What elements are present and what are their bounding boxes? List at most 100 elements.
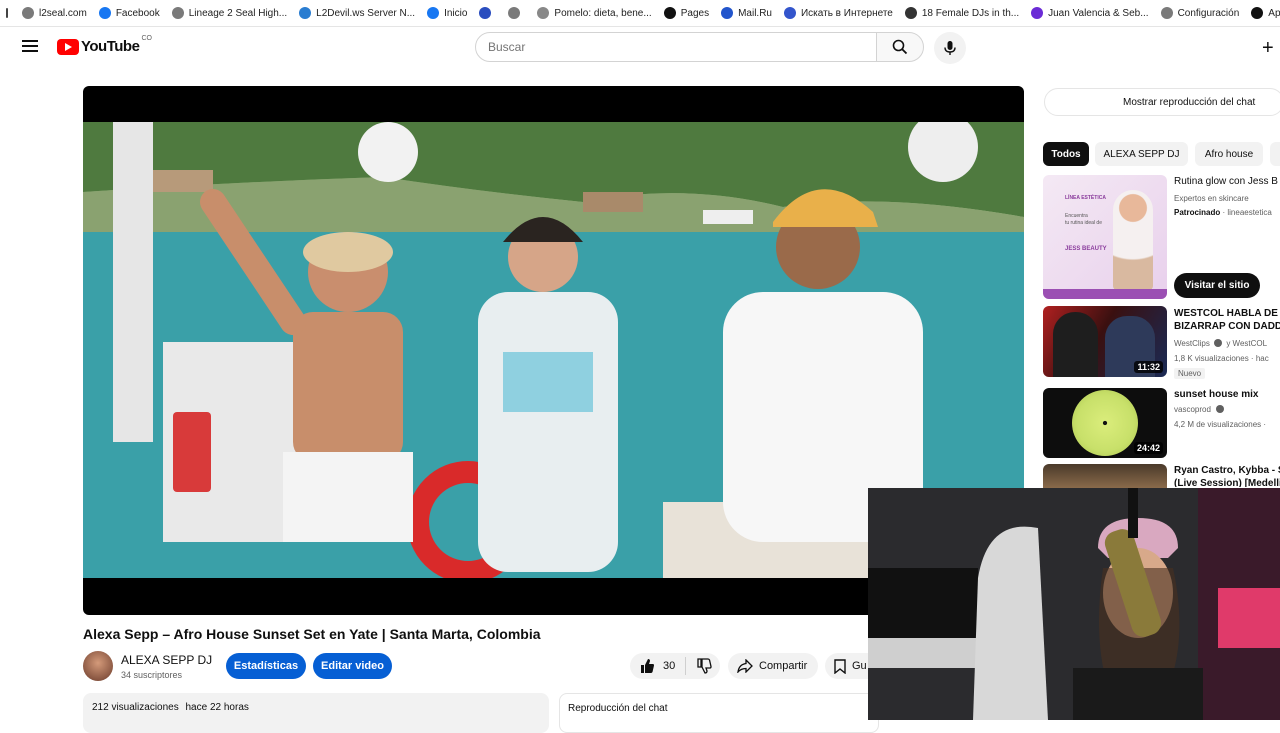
ad-subtitle: Expertos en skincare bbox=[1174, 194, 1249, 203]
chip-todos[interactable]: Todos bbox=[1043, 142, 1089, 166]
ad-thumb-text2: tu rutina ideal de bbox=[1065, 220, 1102, 226]
edit-video-button[interactable]: Editar video bbox=[313, 653, 392, 679]
rec-title-line2: BIZARRAP CON DADDY bbox=[1174, 321, 1280, 332]
bookmark-item[interactable]: Configuración bbox=[1160, 7, 1240, 19]
recommendation-thumbnail[interactable]: 24:42 bbox=[1043, 388, 1167, 458]
show-chat-label: Mostrar reproducción del chat bbox=[1123, 96, 1256, 108]
share-label: Compartir bbox=[759, 660, 808, 672]
subscriber-count: 34 suscriptores bbox=[121, 670, 183, 680]
rec-channel: vascoprod bbox=[1174, 405, 1211, 414]
ad-thumb-text3: JESS BEAUTY bbox=[1065, 246, 1107, 252]
rec-meta: 1,8 K visualizaciones · hac bbox=[1174, 354, 1269, 363]
search-button[interactable] bbox=[876, 32, 924, 62]
visit-site-button[interactable]: Visitar el sitio bbox=[1174, 273, 1260, 298]
save-button[interactable]: Gu bbox=[825, 653, 870, 679]
menu-icon[interactable] bbox=[22, 40, 38, 52]
voice-search-button[interactable] bbox=[934, 32, 966, 64]
verified-icon bbox=[1216, 405, 1225, 413]
recommendation-title[interactable]: WESTCOL HABLA DE L BIZARRAP CON DADDY bbox=[1174, 307, 1280, 333]
bookmark-label: Configuración bbox=[1177, 7, 1240, 19]
bookmark-item[interactable] bbox=[508, 7, 525, 19]
bookmark-item[interactable]: Facebook bbox=[98, 7, 160, 19]
ad-thumbnail[interactable]: LÍNEA ESTÉTICA Encuentra tu rutina ideal… bbox=[1043, 175, 1167, 299]
tab-search-icon[interactable] bbox=[6, 8, 8, 18]
ad-title[interactable]: Rutina glow con Jess B bbox=[1174, 175, 1280, 188]
bookmark-label: l2seal.com bbox=[39, 7, 87, 19]
rec-channel-row[interactable]: vascoprod bbox=[1174, 405, 1280, 414]
rec-channel-row[interactable]: WestClips y WestCOL bbox=[1174, 339, 1280, 348]
like-dislike-group: 30 bbox=[630, 653, 720, 679]
bookmark-item[interactable]: Apple bbox=[1251, 7, 1280, 19]
bookmark-label: Pages bbox=[680, 7, 710, 19]
bookmark-item[interactable]: 18 Female DJs in th... bbox=[904, 7, 1020, 19]
rec-meta: 4,2 M de visualizaciones · bbox=[1174, 420, 1267, 429]
channel-name[interactable]: ALEXA SEPP DJ bbox=[121, 653, 212, 667]
youtube-logo[interactable]: YouTube CO bbox=[57, 35, 152, 55]
video-title: Alexa Sepp – Afro House Sunset Set en Ya… bbox=[83, 626, 541, 642]
chip-afro-house[interactable]: Afro house bbox=[1195, 142, 1263, 166]
channel-avatar[interactable] bbox=[83, 651, 113, 681]
recommendation-title[interactable]: sunset house mix bbox=[1174, 388, 1280, 401]
search-icon bbox=[892, 39, 908, 55]
video-duration: 24:42 bbox=[1133, 442, 1163, 454]
bookmark-icon bbox=[834, 658, 846, 674]
bookmark-label: Lineage 2 Seal High... bbox=[188, 7, 288, 19]
create-icon[interactable]: + bbox=[1262, 37, 1274, 60]
view-count: 212 visualizaciones bbox=[92, 702, 179, 713]
bookmark-favicon-icon bbox=[663, 7, 676, 19]
search-input[interactable]: Buscar bbox=[475, 32, 877, 62]
bookmark-item[interactable]: Juan Valencia & Seb... bbox=[1031, 7, 1149, 19]
bookmark-favicon-icon bbox=[508, 7, 521, 19]
rec-channel: WestClips bbox=[1174, 339, 1210, 348]
bookmark-favicon-icon bbox=[721, 7, 734, 19]
dislike-button[interactable] bbox=[696, 658, 712, 674]
bookmark-favicon-icon bbox=[1031, 7, 1044, 19]
bookmark-favicon-icon bbox=[537, 7, 550, 19]
bookmark-label: Inicio bbox=[444, 7, 468, 19]
bookmarks-bar: l2seal.com Facebook Lineage 2 Seal High...… bbox=[0, 0, 1280, 27]
microphone-icon bbox=[944, 41, 956, 55]
bookmark-item[interactable]: Mail.Ru bbox=[721, 7, 772, 19]
chip-alexa-sepp-dj[interactable]: ALEXA SEPP DJ bbox=[1095, 142, 1188, 166]
video-duration: 11:32 bbox=[1134, 361, 1163, 373]
youtube-play-icon bbox=[57, 38, 79, 55]
chip-more[interactable] bbox=[1270, 142, 1280, 166]
bookmark-item[interactable] bbox=[479, 7, 496, 19]
show-chat-replay-button[interactable]: Mostrar reproducción del chat bbox=[1044, 88, 1280, 116]
rec-channel-extra: y WestCOL bbox=[1226, 339, 1268, 348]
bookmark-favicon-icon bbox=[1160, 7, 1173, 19]
bookmark-favicon-icon bbox=[171, 7, 184, 19]
bookmark-label: Facebook bbox=[115, 7, 160, 19]
bookmark-label: L2Devil.ws Server N... bbox=[316, 7, 416, 19]
bookmark-item[interactable]: Lineage 2 Seal High... bbox=[171, 7, 288, 19]
like-button[interactable]: 30 bbox=[630, 658, 675, 674]
bookmark-item[interactable]: Pages bbox=[663, 7, 710, 19]
recommendation-title[interactable]: Ryan Castro, Kybba - S (Live Session) [M… bbox=[1174, 464, 1280, 487]
bookmark-label: Apple bbox=[1268, 7, 1280, 19]
ad-model-figure bbox=[1113, 190, 1153, 290]
bookmark-favicon-icon bbox=[479, 7, 492, 19]
recommendation-thumbnail[interactable] bbox=[1043, 464, 1167, 488]
verified-icon bbox=[1214, 339, 1223, 347]
share-icon bbox=[737, 659, 753, 673]
bookmark-item[interactable]: Pomelo: dieta, bene... bbox=[537, 7, 652, 19]
recommendation-thumbnail[interactable]: 11:32 bbox=[1043, 306, 1167, 377]
chat-replay-label: Reproducción del chat bbox=[568, 703, 668, 714]
divider bbox=[685, 657, 687, 675]
bookmark-item[interactable]: L2Devil.ws Server N... bbox=[299, 7, 415, 19]
ad-domain: lineaestetica bbox=[1227, 208, 1272, 217]
bookmark-item[interactable]: l2seal.com bbox=[22, 7, 87, 19]
thumbs-up-icon bbox=[641, 659, 654, 673]
share-button[interactable]: Compartir bbox=[728, 653, 818, 679]
bookmark-label: Mail.Ru bbox=[738, 7, 772, 19]
masthead: YouTube CO Buscar + bbox=[0, 27, 1280, 67]
bookmark-item[interactable]: Искать в Интернете bbox=[783, 7, 893, 19]
bookmark-item[interactable]: Inicio bbox=[427, 7, 467, 19]
stats-button[interactable]: Estadísticas bbox=[226, 653, 306, 679]
ad-sponsored-row: Patrocinado · lineaestetica bbox=[1174, 208, 1280, 217]
description-box[interactable]: 212 visualizaciones hace 22 horas bbox=[83, 693, 549, 733]
country-code: CO bbox=[141, 35, 152, 42]
sponsored-label: Patrocinado bbox=[1174, 208, 1221, 217]
ad-brand-label: LÍNEA ESTÉTICA bbox=[1065, 195, 1106, 201]
bookmark-label: 18 Female DJs in th... bbox=[921, 7, 1020, 19]
